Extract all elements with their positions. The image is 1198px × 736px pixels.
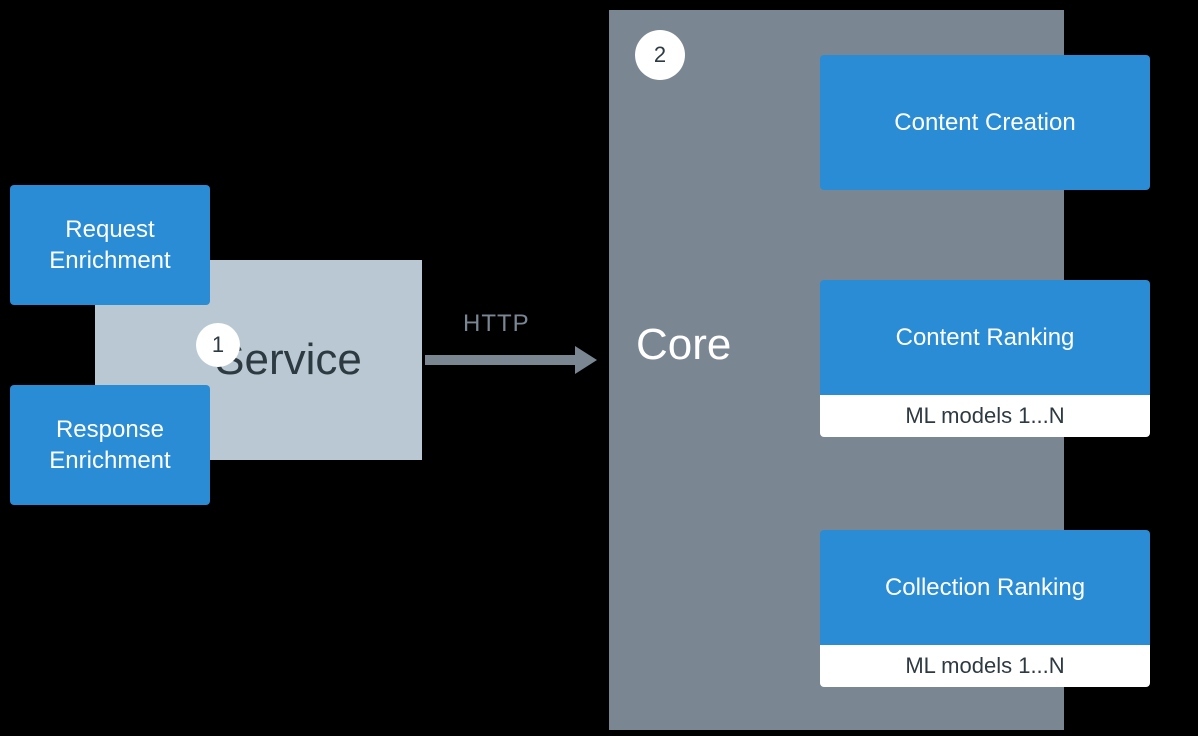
- badge-1: 1: [196, 323, 240, 367]
- badge-2: 2: [635, 30, 685, 80]
- core-label: Core: [636, 320, 731, 370]
- content-ranking-box: Content Ranking: [820, 280, 1150, 395]
- content-ranking-sub: ML models 1...N: [820, 395, 1150, 437]
- request-enrichment-box: Request Enrichment: [10, 185, 210, 305]
- content-creation-box: Content Creation: [820, 55, 1150, 190]
- collection-ranking-box: Collection Ranking: [820, 530, 1150, 645]
- architecture-diagram: Service Request Enrichment Response Enri…: [0, 0, 1198, 736]
- response-enrichment-box: Response Enrichment: [10, 385, 210, 505]
- arrow-service-to-core: [425, 346, 597, 374]
- arrow-label-http: HTTP: [463, 310, 530, 338]
- collection-ranking-sub: ML models 1...N: [820, 645, 1150, 687]
